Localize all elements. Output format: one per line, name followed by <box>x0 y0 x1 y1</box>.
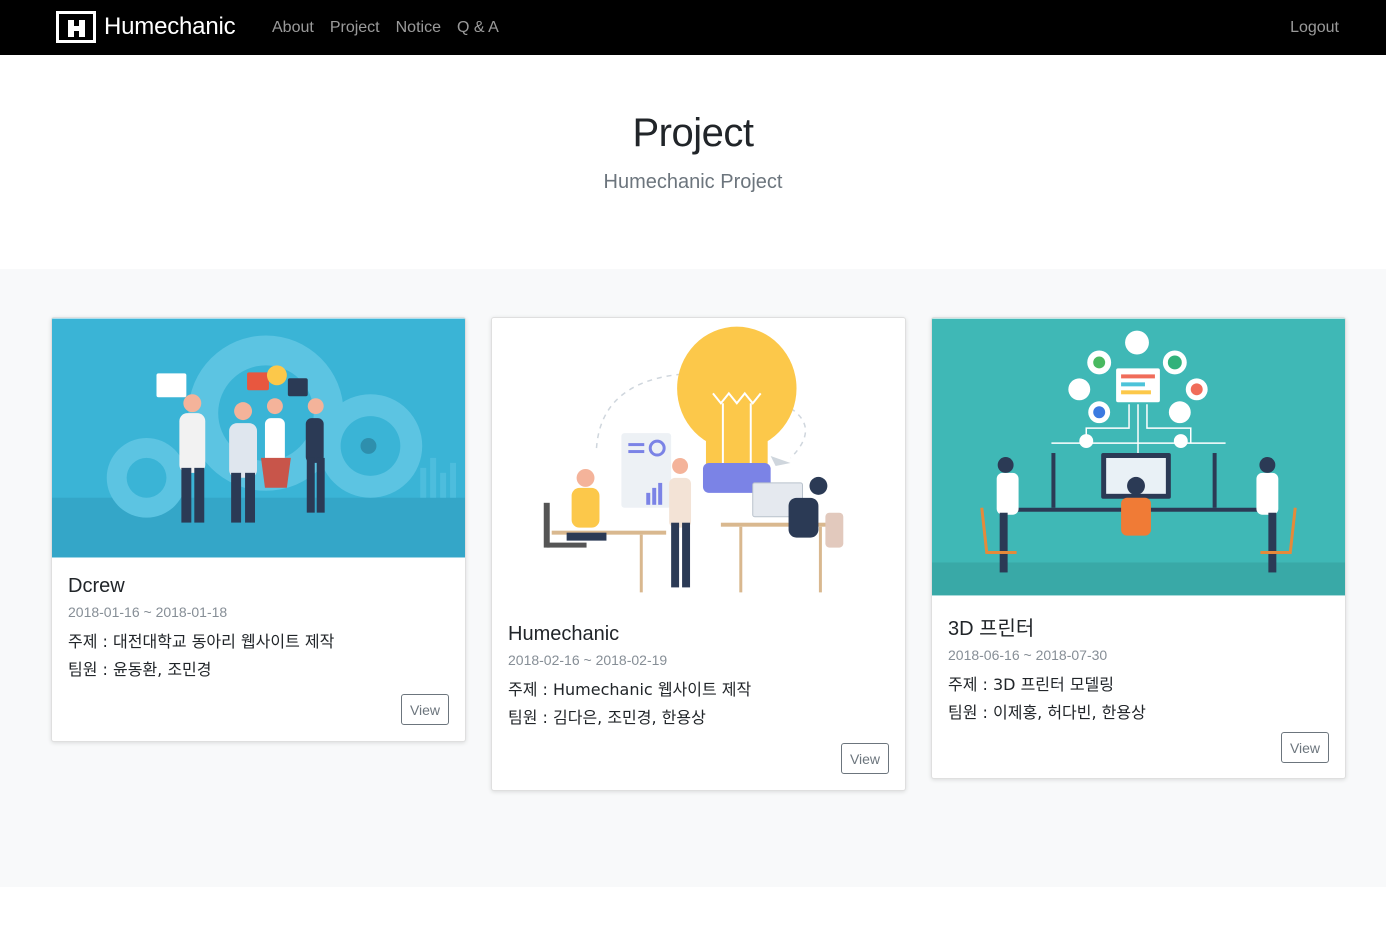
card-topic: 주제 : 3D 프린터 모델링 <box>948 675 1114 694</box>
card-title: Dcrew <box>68 575 125 597</box>
card-members: 팀원 : 이제홍, 허다빈, 한용상 <box>948 703 1146 722</box>
nav-notice[interactable]: Notice <box>388 19 449 37</box>
nav-project[interactable]: Project <box>322 19 388 37</box>
nav-right: Logout <box>1282 0 1347 55</box>
brand-logo-icon <box>56 11 96 43</box>
brand-link[interactable]: Humechanic <box>56 11 236 43</box>
view-button[interactable]: View <box>1281 732 1329 763</box>
nav-qa[interactable]: Q & A <box>449 19 507 37</box>
card-body: Dcrew 2018-01-16 ~ 2018-01-18 주제 : 대전대학교… <box>52 558 465 725</box>
logout-link[interactable]: Logout <box>1282 19 1347 37</box>
card-body: Humechanic 2018-02-16 ~ 2018-02-19 주제 : … <box>492 607 905 774</box>
card-topic: 주제 : 대전대학교 동아리 웹사이트 제작 <box>68 632 335 651</box>
nav-links: About Project Notice Q & A <box>264 0 507 55</box>
humechanic-lightbulb-illustration <box>492 318 905 607</box>
card-title: 3D 프린터 <box>948 618 1035 640</box>
card-members: 팀원 : 윤동환, 조민경 <box>68 660 212 679</box>
card-date: 2018-02-16 ~ 2018-02-19 <box>508 652 668 668</box>
card-date: 2018-01-16 ~ 2018-01-18 <box>68 604 228 620</box>
nav-about[interactable]: About <box>264 19 322 37</box>
3d-printer-team-illustration <box>932 318 1345 596</box>
dcrew-team-illustration <box>52 318 465 558</box>
page-subtitle: Humechanic Project <box>603 171 783 193</box>
project-card-3d-printer: 3D 프린터 2018-06-16 ~ 2018-07-30 주제 : 3D 프… <box>931 317 1346 779</box>
project-card-humechanic: Humechanic 2018-02-16 ~ 2018-02-19 주제 : … <box>491 317 906 791</box>
navbar: Humechanic About Project Notice Q & A Lo… <box>0 0 1386 55</box>
brand-name: Humechanic <box>104 13 236 40</box>
card-topic: 주제 : Humechanic 웹사이트 제작 <box>508 680 752 699</box>
page-title: Project <box>632 111 755 155</box>
card-members: 팀원 : 김다은, 조민경, 한용상 <box>508 708 706 727</box>
project-album: Dcrew 2018-01-16 ~ 2018-01-18 주제 : 대전대학교… <box>0 269 1386 887</box>
card-body: 3D 프린터 2018-06-16 ~ 2018-07-30 주제 : 3D 프… <box>932 596 1345 763</box>
view-button[interactable]: View <box>401 694 449 725</box>
page-header: Project Humechanic Project <box>0 55 1386 269</box>
project-card-dcrew: Dcrew 2018-01-16 ~ 2018-01-18 주제 : 대전대학교… <box>51 317 466 742</box>
view-button[interactable]: View <box>841 743 889 774</box>
card-title: Humechanic <box>508 623 620 645</box>
card-date: 2018-06-16 ~ 2018-07-30 <box>948 647 1108 663</box>
